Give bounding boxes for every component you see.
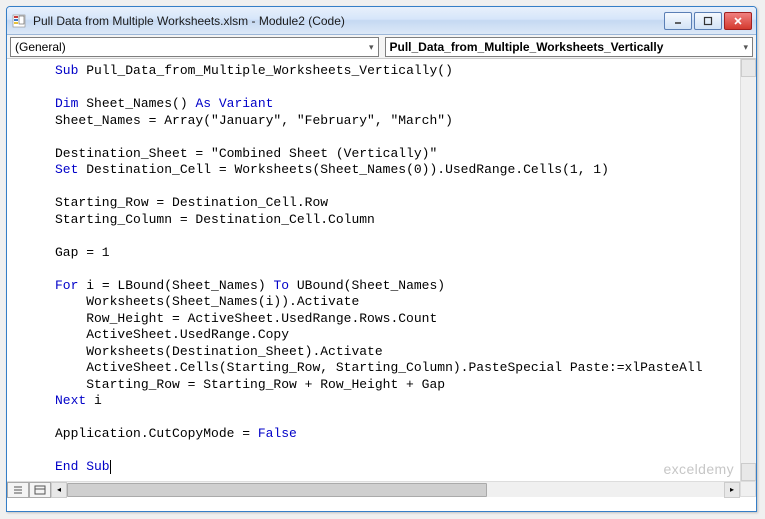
scroll-right-icon[interactable]: ▸	[724, 482, 740, 498]
scroll-thumb[interactable]	[67, 483, 487, 497]
code-line: Dim Sheet_Names() As Variant	[11, 96, 740, 113]
object-dropdown[interactable]: (General) ▾	[10, 37, 379, 57]
full-module-view-button[interactable]	[29, 482, 51, 498]
code-line: Gap = 1	[11, 245, 740, 262]
code-line: Destination_Sheet = "Combined Sheet (Ver…	[11, 146, 740, 163]
code-line: Set Destination_Cell = Worksheets(Sheet_…	[11, 162, 740, 179]
maximize-button[interactable]	[694, 12, 722, 30]
close-button[interactable]	[724, 12, 752, 30]
procedure-view-button[interactable]	[7, 482, 29, 498]
code-line: Application.CutCopyMode = False	[11, 426, 740, 443]
object-dropdown-value: (General)	[15, 40, 66, 54]
scroll-corner	[740, 481, 756, 497]
code-line: For i = LBound(Sheet_Names) To UBound(Sh…	[11, 278, 740, 295]
code-line: Worksheets(Destination_Sheet).Activate	[11, 344, 740, 361]
app-icon	[11, 13, 27, 29]
watermark: exceldemy	[663, 461, 734, 477]
procedure-dropdown[interactable]: Pull_Data_from_Multiple_Worksheets_Verti…	[385, 37, 754, 57]
code-line	[11, 80, 740, 97]
code-line	[11, 443, 740, 460]
titlebar[interactable]: Pull Data from Multiple Worksheets.xlsm …	[7, 7, 756, 35]
code-line: Sheet_Names = Array("January", "February…	[11, 113, 740, 130]
code-line	[11, 179, 740, 196]
code-pane: Sub Pull_Data_from_Multiple_Worksheets_V…	[7, 59, 756, 511]
chevron-down-icon: ▾	[369, 42, 374, 53]
code-line: Worksheets(Sheet_Names(i)).Activate	[11, 294, 740, 311]
code-line	[11, 410, 740, 427]
code-line	[11, 129, 740, 146]
minimize-button[interactable]	[664, 12, 692, 30]
bottom-bar: ◂ ▸	[7, 481, 740, 497]
horizontal-scrollbar[interactable]: ◂ ▸	[51, 482, 740, 497]
code-line: Starting_Row = Starting_Row + Row_Height…	[11, 377, 740, 394]
code-window: Pull Data from Multiple Worksheets.xlsm …	[6, 6, 757, 512]
code-line: Next i	[11, 393, 740, 410]
dropdown-row: (General) ▾ Pull_Data_from_Multiple_Work…	[7, 35, 756, 59]
code-line: Row_Height = ActiveSheet.UsedRange.Rows.…	[11, 311, 740, 328]
code-line: ActiveSheet.Cells(Starting_Row, Starting…	[11, 360, 740, 377]
code-line	[11, 228, 740, 245]
scroll-left-icon[interactable]: ◂	[51, 482, 67, 498]
window-title: Pull Data from Multiple Worksheets.xlsm …	[33, 14, 664, 28]
code-line	[11, 261, 740, 278]
code-line: Starting_Row = Destination_Cell.Row	[11, 195, 740, 212]
window-controls	[664, 12, 752, 30]
code-line: Sub Pull_Data_from_Multiple_Worksheets_V…	[11, 63, 740, 80]
code-line: Starting_Column = Destination_Cell.Colum…	[11, 212, 740, 229]
chevron-down-icon: ▾	[743, 42, 748, 53]
code-line: End Sub	[11, 459, 740, 476]
vertical-scrollbar[interactable]	[740, 59, 756, 481]
code-line: ActiveSheet.UsedRange.Copy	[11, 327, 740, 344]
code-editor[interactable]: Sub Pull_Data_from_Multiple_Worksheets_V…	[7, 59, 740, 481]
procedure-dropdown-value: Pull_Data_from_Multiple_Worksheets_Verti…	[390, 40, 664, 54]
